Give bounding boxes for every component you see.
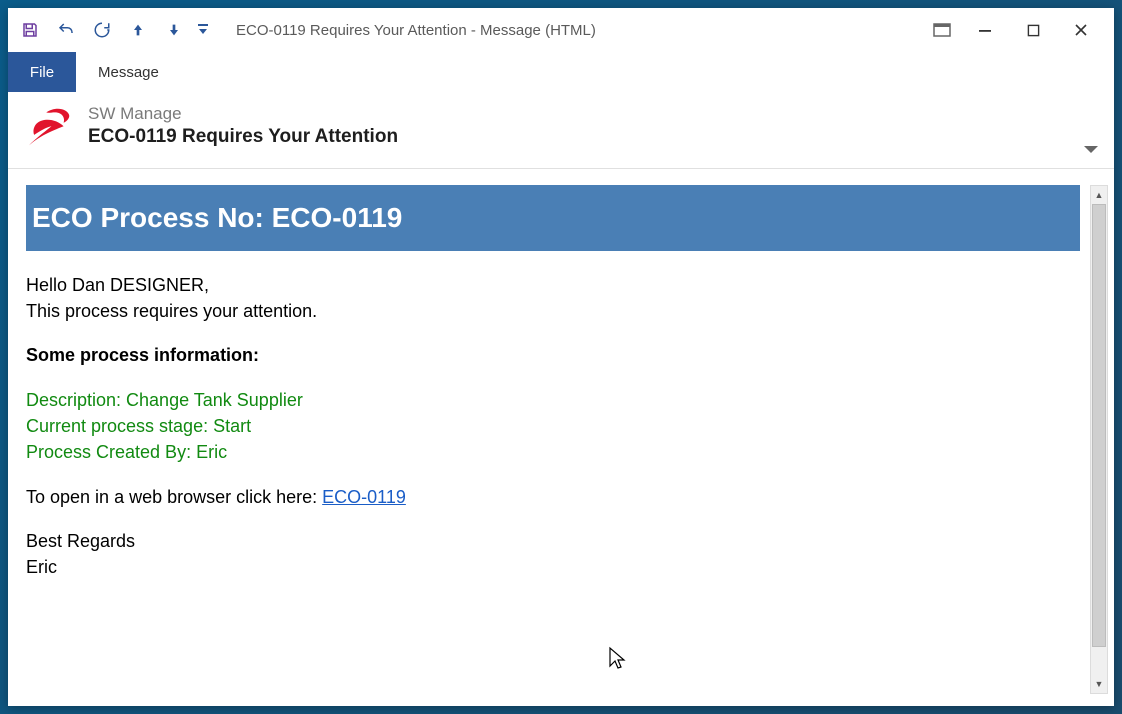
eco-banner: ECO Process No: ECO-0119	[26, 185, 1080, 251]
dassault-systemes-logo-icon	[22, 102, 74, 154]
header-text: SW Manage ECO-0119 Requires Your Attenti…	[88, 102, 1100, 148]
previous-item-button[interactable]	[120, 12, 156, 48]
sender-name: SW Manage	[88, 104, 1100, 124]
ribbon-tabs: File Message	[8, 52, 1114, 92]
window-title: ECO-0119 Requires Your Attention - Messa…	[214, 22, 924, 39]
tab-message[interactable]: Message	[76, 52, 181, 92]
scroll-up-button[interactable]: ▲	[1091, 186, 1107, 204]
scroll-down-button[interactable]: ▼	[1091, 675, 1107, 693]
vertical-scrollbar[interactable]: ▲ ▼	[1090, 185, 1108, 694]
regards-line: Best Regards	[26, 529, 1080, 553]
message-body-area: ECO Process No: ECO-0119 Hello Dan DESIG…	[8, 169, 1114, 706]
attention-line: This process requires your attention.	[26, 299, 1080, 323]
customize-qat-button[interactable]	[192, 12, 214, 48]
next-item-button[interactable]	[156, 12, 192, 48]
tab-file[interactable]: File	[8, 52, 76, 92]
open-browser-line: To open in a web browser click here: ECO…	[26, 485, 1080, 509]
scroll-track[interactable]	[1091, 204, 1107, 675]
undo-button[interactable]	[48, 12, 84, 48]
process-description: Description: Change Tank Supplier	[26, 388, 1080, 412]
message-window: ECO-0119 Requires Your Attention - Messa…	[8, 8, 1114, 706]
open-browser-prefix: To open in a web browser click here:	[26, 487, 322, 507]
eco-link[interactable]: ECO-0119	[322, 487, 406, 507]
process-details: Description: Change Tank Supplier Curren…	[26, 388, 1080, 465]
process-created-by: Process Created By: Eric	[26, 440, 1080, 464]
save-button[interactable]	[12, 12, 48, 48]
redo-button[interactable]	[84, 12, 120, 48]
maximize-button[interactable]	[1010, 12, 1056, 48]
message-header: SW Manage ECO-0119 Requires Your Attenti…	[8, 92, 1114, 169]
scroll-thumb[interactable]	[1092, 204, 1106, 647]
greeting-line: Hello Dan DESIGNER,	[26, 273, 1080, 297]
title-bar: ECO-0119 Requires Your Attention - Messa…	[8, 8, 1114, 52]
window-controls	[924, 12, 1110, 48]
process-stage: Current process stage: Start	[26, 414, 1080, 438]
expand-header-button[interactable]	[1082, 142, 1100, 160]
message-body: ECO Process No: ECO-0119 Hello Dan DESIG…	[26, 185, 1090, 694]
close-button[interactable]	[1058, 12, 1104, 48]
message-subject: ECO-0119 Requires Your Attention	[88, 126, 1100, 148]
ribbon-display-options-button[interactable]	[924, 12, 960, 48]
minimize-button[interactable]	[962, 12, 1008, 48]
process-info-heading: Some process information:	[26, 343, 1080, 367]
signature-name: Eric	[26, 555, 1080, 579]
quick-access-toolbar	[12, 12, 214, 48]
